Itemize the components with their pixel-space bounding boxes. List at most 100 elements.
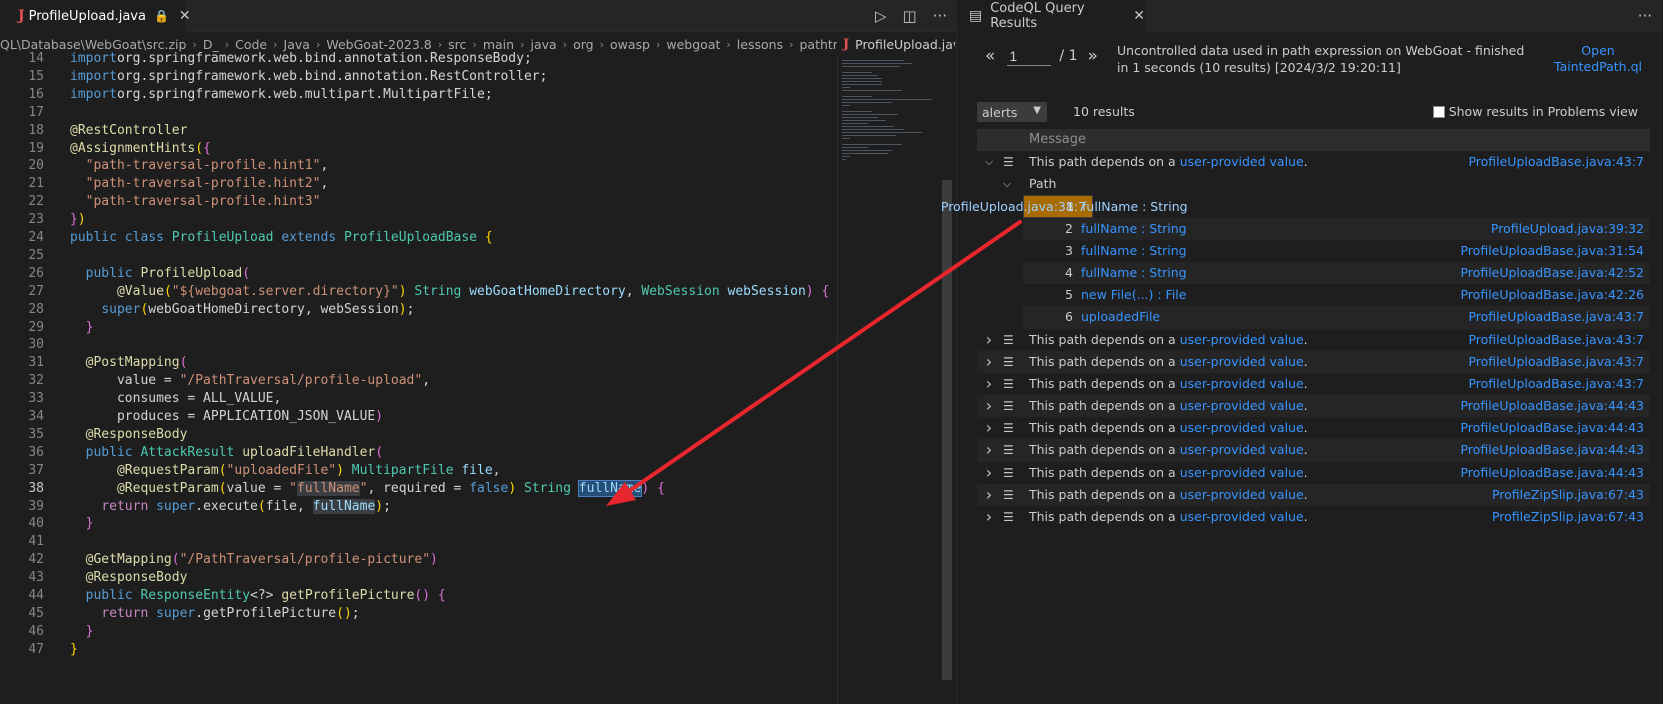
step-name-link[interactable]: new File(...) : File	[1081, 284, 1186, 306]
list-icon[interactable]: ☰	[1003, 395, 1014, 417]
code-line[interactable]: 22 "path-traversal-profile.hint3"	[0, 192, 835, 211]
chevron-right-icon[interactable]: ›	[983, 417, 995, 439]
breadcrumb-item[interactable]: org	[573, 37, 594, 52]
chevron-down-icon[interactable]: ⌵	[983, 151, 995, 173]
user-provided-value-link[interactable]: user-provided value	[1180, 509, 1304, 524]
step-name-link[interactable]: fullName : String	[1081, 240, 1187, 262]
breadcrumb-item[interactable]: Java	[284, 37, 310, 52]
code-line[interactable]: 44 public ResponseEntity<?> getProfilePi…	[0, 586, 835, 605]
code-line[interactable]: 27 @Value("${webgoat.server.directory}")…	[0, 282, 835, 301]
result-location-link[interactable]: ProfileUploadBase.java:43:7	[1468, 329, 1644, 351]
user-provided-value-link[interactable]: user-provided value	[1180, 332, 1304, 347]
editor-scrollbar-thumb[interactable]	[942, 180, 952, 680]
result-location-link[interactable]: ProfileUploadBase.java:44:43	[1460, 395, 1644, 417]
list-icon[interactable]: ☰	[1003, 439, 1014, 461]
result-location-link[interactable]: ProfileUploadBase.java:43:7	[1468, 351, 1644, 373]
result-row[interactable]: › ☰ This path depends on a user-provided v…	[977, 395, 1650, 418]
code-line[interactable]: 21 "path-traversal-profile.hint2",	[0, 174, 835, 193]
breadcrumb-item[interactable]: D_	[203, 37, 219, 52]
step-location-link[interactable]: ProfileUploadBase.java:42:26	[1460, 284, 1644, 306]
open-query-link[interactable]: Open TaintedPath.ql	[1553, 43, 1643, 75]
result-location-link[interactable]: ProfileUploadBase.java:43:7	[1468, 151, 1644, 173]
code-line[interactable]: 31 @PostMapping(	[0, 353, 835, 372]
list-icon[interactable]: ☰	[1003, 351, 1014, 373]
breadcrumb-item[interactable]: main	[483, 37, 514, 52]
code-line[interactable]: 47}	[0, 640, 835, 659]
step-location-link[interactable]: ProfileUpload.java:38:7	[941, 196, 1086, 218]
code-line[interactable]: 26 public ProfileUpload(	[0, 264, 835, 283]
code-line[interactable]: 17	[0, 103, 835, 122]
code-line[interactable]: 23})	[0, 210, 835, 229]
show-problems-checkbox[interactable]	[1432, 105, 1445, 118]
previous-page-button[interactable]: «	[985, 46, 995, 66]
code-line[interactable]: 36 public AttackResult uploadFileHandler…	[0, 443, 835, 462]
path-row[interactable]: ⌵ Path	[977, 173, 1650, 195]
result-row[interactable]: › ☰ This path depends on a user-provided v…	[977, 417, 1650, 439]
breadcrumb-item[interactable]: WebGoat-2023.8	[326, 37, 431, 52]
breadcrumb-item[interactable]: pathtraversal	[799, 37, 837, 52]
code-line[interactable]: 29 }	[0, 318, 835, 337]
result-row[interactable]: › ☰ This path depends on a user-provided v…	[977, 483, 1650, 506]
result-location-link[interactable]: ProfileUploadBase.java:44:43	[1460, 439, 1644, 461]
user-provided-value-link[interactable]: user-provided value	[1180, 487, 1304, 502]
code-line[interactable]: 45 return super.getProfilePicture();	[0, 604, 835, 623]
chevron-right-icon[interactable]: ›	[983, 462, 995, 484]
breadcrumb-item[interactable]: Code	[235, 37, 267, 52]
code-line[interactable]: 16 importorg.springframework.web.multipar…	[0, 85, 835, 104]
list-icon[interactable]: ☰	[1003, 329, 1014, 351]
result-row[interactable]: › ☰ This path depends on a user-provided v…	[977, 350, 1650, 373]
chevron-down-icon[interactable]: ⌵	[1003, 173, 1011, 195]
code-line[interactable]: 18 @RestController	[0, 121, 835, 140]
user-provided-value-link[interactable]: user-provided value	[1180, 376, 1304, 391]
user-provided-value-link[interactable]: user-provided value	[1180, 354, 1304, 369]
code-line[interactable]: 37 @RequestParam("uploadedFile") Multipa…	[0, 461, 835, 480]
breadcrumb-item[interactable]: owasp	[610, 37, 650, 52]
code-line[interactable]: 34 produces = APPLICATION_JSON_VALUE)	[0, 407, 835, 426]
chevron-right-icon[interactable]: ›	[983, 439, 995, 461]
breadcrumb-item[interactable]: QL\Database\WebGoat\src.zip	[0, 37, 186, 52]
more-icon[interactable]: ···	[1638, 7, 1652, 25]
list-icon[interactable]: ☰	[1003, 506, 1014, 528]
code-line[interactable]: 33 consumes = ALL_VALUE,	[0, 389, 835, 408]
code-line[interactable]: 46 }	[0, 622, 835, 641]
code-line[interactable]: 20 "path-traversal-profile.hint1",	[0, 156, 835, 175]
code-line[interactable]: 24 public class ProfileUpload extends Pro…	[0, 228, 835, 247]
code-line[interactable]: 42 @GetMapping("/PathTraversal/profile-p…	[0, 550, 835, 569]
code-line[interactable]: 25	[0, 246, 835, 265]
breadcrumb-item[interactable]: src	[448, 37, 466, 52]
result-row[interactable]: › ☰ This path depends on a user-provided v…	[977, 373, 1650, 395]
path-step-row[interactable]: 2 fullName : String ProfileUpload.java:39:…	[1023, 217, 1650, 240]
show-problems-toggle[interactable]: Show results in Problems view	[1432, 104, 1638, 119]
list-icon[interactable]: ☰	[1003, 373, 1014, 395]
code-line[interactable]: 30	[0, 335, 835, 354]
code-line[interactable]: 28 super(webGoatHomeDirectory, webSessio…	[0, 300, 835, 319]
list-icon[interactable]: ☰	[1003, 151, 1014, 173]
step-location-link[interactable]: ProfileUploadBase.java:42:52	[1460, 262, 1644, 284]
chevron-right-icon[interactable]: ›	[983, 351, 995, 373]
user-provided-value-link[interactable]: user-provided value	[1180, 442, 1304, 457]
code-editor[interactable]: 14 importorg.springframework.web.bind.ann…	[0, 52, 835, 704]
result-location-link[interactable]: ProfileUploadBase.java:43:7	[1468, 373, 1644, 395]
result-row[interactable]: › ☰ This path depends on a user-provided v…	[977, 462, 1650, 484]
list-icon[interactable]: ☰	[1003, 484, 1014, 506]
result-location-link[interactable]: ProfileUploadBase.java:44:43	[1460, 462, 1644, 484]
code-line[interactable]: 39 return super.execute(file, fullName);	[0, 497, 835, 516]
more-icon[interactable]: ···	[933, 7, 947, 25]
list-icon[interactable]: ☰	[1003, 417, 1014, 439]
chevron-right-icon[interactable]: ›	[983, 484, 995, 506]
result-row[interactable]: › ☰ This path depends on a user-provided v…	[977, 439, 1650, 462]
editor-tab-profileupload[interactable]: J ProfileUpload.java 🔒 ✕	[0, 0, 191, 32]
user-provided-value-link[interactable]: user-provided value	[1180, 398, 1304, 413]
run-icon[interactable]: ▷	[875, 7, 887, 25]
user-provided-value-link[interactable]: user-provided value	[1180, 154, 1304, 169]
path-step-row[interactable]: 6 uploadedFile ProfileUploadBase.java:43:7	[1023, 306, 1650, 329]
result-row[interactable]: › ☰ This path depends on a user-provided v…	[977, 506, 1650, 528]
result-set-select[interactable]: alerts ▼	[977, 102, 1047, 122]
step-location-link[interactable]: ProfileUploadBase.java:31:54	[1460, 240, 1644, 262]
result-location-link[interactable]: ProfileZipSlip.java:67:43	[1492, 506, 1644, 528]
step-location-link[interactable]: ProfileUpload.java:39:32	[1491, 218, 1644, 240]
breadcrumb-item[interactable]: webgoat	[666, 37, 720, 52]
path-step-row[interactable]: 5 new File(...) : File ProfileUploadBase.j…	[1023, 284, 1650, 306]
code-line[interactable]: 19 @AssignmentHints({	[0, 139, 835, 158]
step-name-link[interactable]: fullName : String	[1081, 218, 1187, 240]
